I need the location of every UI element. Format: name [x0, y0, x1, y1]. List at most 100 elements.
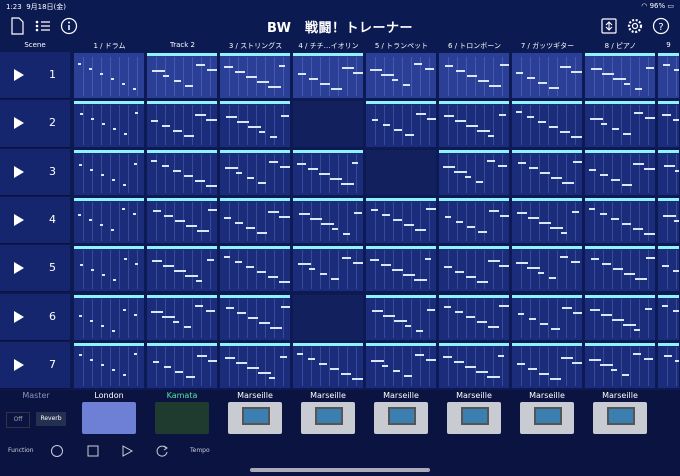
device-slot[interactable]: Kamata [146, 390, 218, 436]
play-icon[interactable] [120, 444, 134, 458]
clip-cell[interactable] [73, 245, 145, 293]
clip-cell[interactable] [146, 341, 218, 390]
scene-launch-button[interactable]: 1 [0, 52, 70, 100]
clip-cell[interactable] [511, 245, 583, 293]
track-header[interactable]: Track 2 [146, 41, 219, 49]
clip-cell[interactable] [365, 341, 437, 390]
clip-cell[interactable] [438, 100, 510, 148]
clip-cell[interactable] [146, 196, 218, 245]
clip-cell[interactable] [511, 52, 583, 100]
track-header[interactable]: 8 / ピアノ [584, 41, 657, 51]
clip-cell[interactable] [73, 52, 145, 100]
gear-icon[interactable] [626, 17, 644, 35]
tempo-button[interactable]: Tempo [190, 447, 210, 454]
clip-cell[interactable] [146, 293, 218, 341]
clip-cell[interactable] [438, 245, 510, 293]
help-icon[interactable]: ? [652, 17, 670, 35]
loop-icon[interactable] [155, 444, 169, 458]
device-slot[interactable]: Marseille [219, 390, 291, 436]
clip-cell[interactable] [657, 245, 680, 293]
clip-cell[interactable] [584, 196, 656, 245]
clip-cell[interactable] [219, 148, 291, 196]
clip-cell[interactable] [657, 52, 680, 100]
track-header[interactable]: 1 / ドラム [73, 41, 146, 51]
device-slot[interactable]: Marseille [438, 390, 510, 436]
clip-cell[interactable] [584, 293, 656, 341]
track-header[interactable]: 6 / トロンボーン [438, 41, 511, 51]
clip-cell[interactable] [438, 52, 510, 100]
clip-cell[interactable] [219, 100, 291, 148]
track-header[interactable]: 4 / チチ…イオリン [292, 41, 365, 51]
reverb-button[interactable]: Reverb [36, 412, 66, 426]
track-header[interactable]: 9 [657, 41, 680, 49]
clip-cell[interactable] [292, 196, 364, 245]
scene-launch-button[interactable]: 6 [0, 293, 70, 341]
track-header[interactable]: 7 / ガッツギター [511, 41, 584, 51]
clip-cell[interactable] [365, 148, 437, 196]
clip-cell[interactable] [657, 293, 680, 341]
device-slot[interactable]: Marseille [292, 390, 364, 436]
clip-cell[interactable] [146, 100, 218, 148]
stop-icon[interactable] [86, 444, 100, 458]
function-button[interactable]: Function [8, 447, 34, 454]
clip-cell[interactable] [365, 100, 437, 148]
note-mark [477, 320, 487, 323]
track-header[interactable]: 3 / ストリングス [219, 41, 292, 51]
clip-cell[interactable] [438, 196, 510, 245]
clip-cell[interactable] [73, 100, 145, 148]
clip-cell[interactable] [657, 341, 680, 390]
clip-cell[interactable] [584, 148, 656, 196]
clip-cell[interactable] [657, 196, 680, 245]
clip-cell[interactable] [146, 52, 218, 100]
clip-cell[interactable] [292, 100, 364, 148]
clip-cell[interactable] [365, 52, 437, 100]
clip-cell[interactable] [146, 148, 218, 196]
scene-launch-button[interactable]: 7 [0, 341, 70, 390]
device-slot[interactable]: Marseille [511, 390, 583, 436]
share-icon[interactable] [600, 17, 618, 35]
clip-cell[interactable] [657, 100, 680, 148]
clip-cell[interactable] [584, 52, 656, 100]
clip-cell[interactable] [438, 341, 510, 390]
note-mark [540, 171, 550, 174]
clip-cell[interactable] [365, 293, 437, 341]
clip-cell[interactable] [511, 341, 583, 390]
clip-cell[interactable] [73, 341, 145, 390]
record-icon[interactable] [50, 444, 64, 458]
clip-cell[interactable] [73, 196, 145, 245]
clip-cell[interactable] [584, 245, 656, 293]
clip-cell[interactable] [219, 196, 291, 245]
clip-cell[interactable] [146, 245, 218, 293]
off-button[interactable]: Off [6, 412, 30, 428]
clip-cell[interactable] [219, 245, 291, 293]
clip-cell[interactable] [292, 293, 364, 341]
scene-launch-button[interactable]: 3 [0, 148, 70, 196]
clip-cell[interactable] [219, 293, 291, 341]
clip-cell[interactable] [219, 341, 291, 390]
clip-cell[interactable] [73, 148, 145, 196]
clip-cell[interactable] [657, 148, 680, 196]
device-slot[interactable]: Marseille [584, 390, 656, 436]
device-slot[interactable]: Marseille [365, 390, 437, 436]
track-header[interactable]: 5 / トランペット [365, 41, 438, 51]
clip-cell[interactable] [365, 245, 437, 293]
clip-cell[interactable] [584, 100, 656, 148]
clip-cell[interactable] [292, 52, 364, 100]
clip-cell[interactable] [73, 293, 145, 341]
device-slot[interactable]: London [73, 390, 145, 436]
scene-launch-button[interactable]: 5 [0, 245, 70, 293]
clip-cell[interactable] [511, 100, 583, 148]
scene-launch-button[interactable]: 2 [0, 100, 70, 148]
clip-cell[interactable] [511, 148, 583, 196]
clip-cell[interactable] [292, 148, 364, 196]
clip-cell[interactable] [511, 196, 583, 245]
clip-cell[interactable] [511, 293, 583, 341]
clip-cell[interactable] [438, 148, 510, 196]
clip-cell[interactable] [365, 196, 437, 245]
scene-launch-button[interactable]: 4 [0, 196, 70, 245]
clip-cell[interactable] [438, 293, 510, 341]
clip-cell[interactable] [292, 245, 364, 293]
clip-cell[interactable] [584, 341, 656, 390]
clip-cell[interactable] [219, 52, 291, 100]
clip-cell[interactable] [292, 341, 364, 390]
